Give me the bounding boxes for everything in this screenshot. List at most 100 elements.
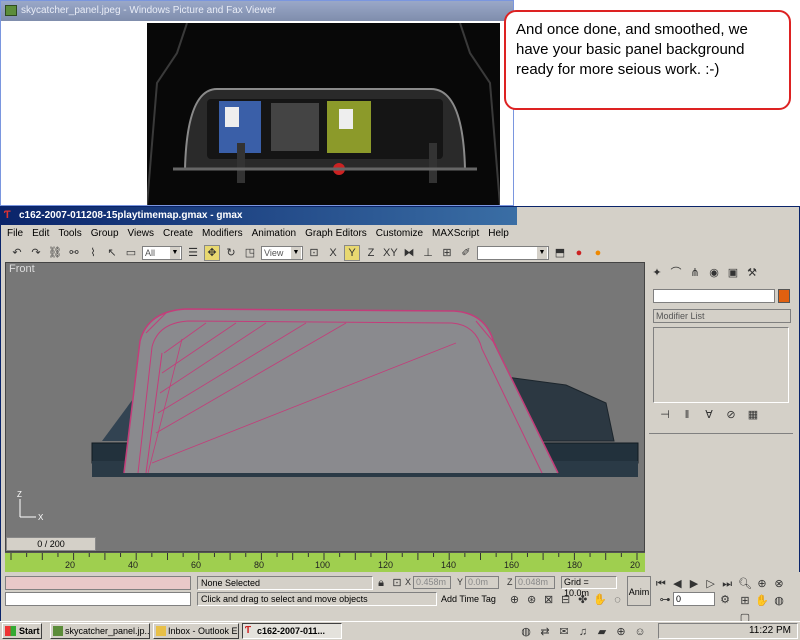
zoom-extents-icon[interactable]: ⊠ [541,592,556,608]
named-selection-dropdown[interactable] [477,246,549,260]
x-coordinate-field[interactable]: 0.458m [413,576,451,589]
axis-y-icon[interactable]: Y [344,245,360,261]
quick-render-icon[interactable]: ● [590,245,606,261]
remove-modifier-icon[interactable]: ⊘ [723,407,739,423]
email-icon[interactable]: ✉ [556,624,572,640]
menu-file[interactable]: File [7,226,23,242]
snap-icon[interactable]: ⊞ [439,245,455,261]
media-icon[interactable]: ♫ [575,624,591,640]
current-frame-field[interactable]: 0 [673,592,715,606]
gmax-titlebar[interactable]: Ƭ c162-2007-011208-15playtimemap.gmax - … [1,207,517,225]
menu-animation[interactable]: Animation [252,226,296,242]
pan-view-icon[interactable]: ✋ [754,593,770,609]
region-zoom-icon[interactable]: ⊞ [737,593,753,609]
go-to-start-icon[interactable]: ⏮ [653,576,669,592]
zoom-extents-selected-icon[interactable]: ⊕ [754,576,770,592]
align-icon[interactable]: ⊥ [420,245,436,261]
menu-edit[interactable]: Edit [32,226,49,242]
utilities-tab-icon[interactable]: ⚒ [744,265,760,281]
animate-button[interactable]: Anim [627,576,651,606]
y-coordinate-field[interactable]: 0.0m [465,576,499,589]
menu-modifiers[interactable]: Modifiers [202,226,243,242]
security-icon[interactable]: ⊕ [613,624,629,640]
time-configuration-icon[interactable]: ⚙ [717,592,733,608]
redo-icon[interactable]: ↷ [28,245,44,261]
menu-graph-editors[interactable]: Graph Editors [305,226,367,242]
modifier-list-dropdown[interactable]: Modifier List [653,309,791,323]
axis-xy-icon[interactable]: XY [382,245,398,261]
clock[interactable]: 11:22 PM [749,625,791,636]
arc-rotate-selected-icon[interactable]: ◍ [771,593,787,609]
add-time-tag[interactable]: Add Time Tag [441,592,505,606]
start-button[interactable]: Start [2,623,42,639]
modifier-stack[interactable] [653,327,789,403]
axis-z-icon[interactable]: Z [363,245,379,261]
object-name-field[interactable] [653,289,775,303]
select-object-icon[interactable]: ↖ [104,245,120,261]
zoom-region-icon[interactable]: 🔍︎ [737,576,753,592]
configure-modifier-sets-icon[interactable]: ▦ [745,407,761,423]
select-and-move-icon[interactable]: ✥ [204,245,220,261]
next-frame-icon[interactable]: ▷ [703,576,719,592]
menu-maxscript[interactable]: MAXScript [432,226,479,242]
network-icon[interactable]: ⇄ [537,624,553,640]
time-slider[interactable]: 0 / 200 [6,537,96,551]
viewport-label[interactable]: Front [9,263,35,275]
region-select-icon[interactable]: ▭ [123,245,139,261]
chat-icon[interactable]: ☺ [632,624,648,640]
menu-tools[interactable]: Tools [58,226,81,242]
menu-help[interactable]: Help [488,226,509,242]
axis-x-icon[interactable]: X [325,245,341,261]
zoom-icon[interactable]: ⊕ [507,592,522,608]
motion-tab-icon[interactable]: ◉ [706,265,722,281]
key-mode-icon[interactable]: ⊶ [657,592,673,608]
absolute-mode-icon[interactable]: ⊡ [389,575,405,591]
zoom-all-selected-icon[interactable]: ⊗ [771,576,787,592]
unlink-icon[interactable]: ⚯ [66,245,82,261]
taskbar-item-gmax[interactable]: Ƭ c162-2007-011... [242,623,342,639]
go-to-end-icon[interactable]: ⏭ [719,576,735,592]
display-tab-icon[interactable]: ▣ [725,265,741,281]
selection-filter-dropdown[interactable]: All [142,246,182,260]
select-and-rotate-icon[interactable]: ↻ [223,245,239,261]
folder-icon[interactable]: ▰ [594,624,610,640]
lock-selection-icon[interactable]: 🔒︎ [373,575,389,591]
mirror-icon[interactable]: ⧓ [401,245,417,261]
zoom-all-icon[interactable]: ⊛ [524,592,539,608]
maxscript-listener-white[interactable] [5,592,191,606]
zoom-extents-all-icon[interactable]: ⊟ [558,592,573,608]
arc-rotate-icon[interactable]: ◌ [610,592,625,608]
create-tab-icon[interactable]: ✦ [649,265,665,281]
link-icon[interactable]: ⛓ [47,245,63,261]
select-by-name-icon[interactable]: ☰ [185,245,201,261]
bind-space-warp-icon[interactable]: ⌇ [85,245,101,261]
show-end-result-icon[interactable]: ‖ [679,407,695,423]
modify-tab-icon[interactable]: ⌒ [668,265,684,281]
previous-frame-icon[interactable]: ◀ [670,576,686,592]
hierarchy-tab-icon[interactable]: ⋔ [687,265,703,281]
snap-settings-icon[interactable]: ✐ [458,245,474,261]
menu-group[interactable]: Group [91,226,119,242]
menu-views[interactable]: Views [128,226,155,242]
pivot-center-icon[interactable]: ⊡ [306,245,322,261]
render-icon[interactable]: ● [571,245,587,261]
z-coordinate-field[interactable]: 0.048m [515,576,555,589]
taskbar-item-outlook[interactable]: Inbox - Outlook E... [153,623,239,639]
picture-viewer-titlebar[interactable]: skycatcher_panel.jpeg - Windows Picture … [1,1,513,21]
pan-icon[interactable]: ✋ [592,592,608,608]
reference-coordinate-dropdown[interactable]: View [261,246,303,260]
taskbar-item-picture-viewer[interactable]: skycatcher_panel.jp... [50,623,150,639]
track-bar[interactable]: 20 40 60 80 100 120 140 160 180 20 [5,552,645,574]
menu-customize[interactable]: Customize [376,226,423,242]
make-unique-icon[interactable]: ∀ [701,407,717,423]
menu-create[interactable]: Create [163,226,193,242]
object-color-swatch[interactable] [778,289,790,303]
play-icon[interactable]: ▶ [686,576,702,592]
material-editor-icon[interactable]: ⬒ [552,245,568,261]
undo-icon[interactable]: ↶ [9,245,25,261]
globe-icon[interactable]: ◍ [518,624,534,640]
front-viewport[interactable]: Z X Front [5,262,645,552]
fov-icon[interactable]: ✤ [575,592,590,608]
maxscript-listener-pink[interactable] [5,576,191,590]
select-and-scale-icon[interactable]: ◳ [242,245,258,261]
